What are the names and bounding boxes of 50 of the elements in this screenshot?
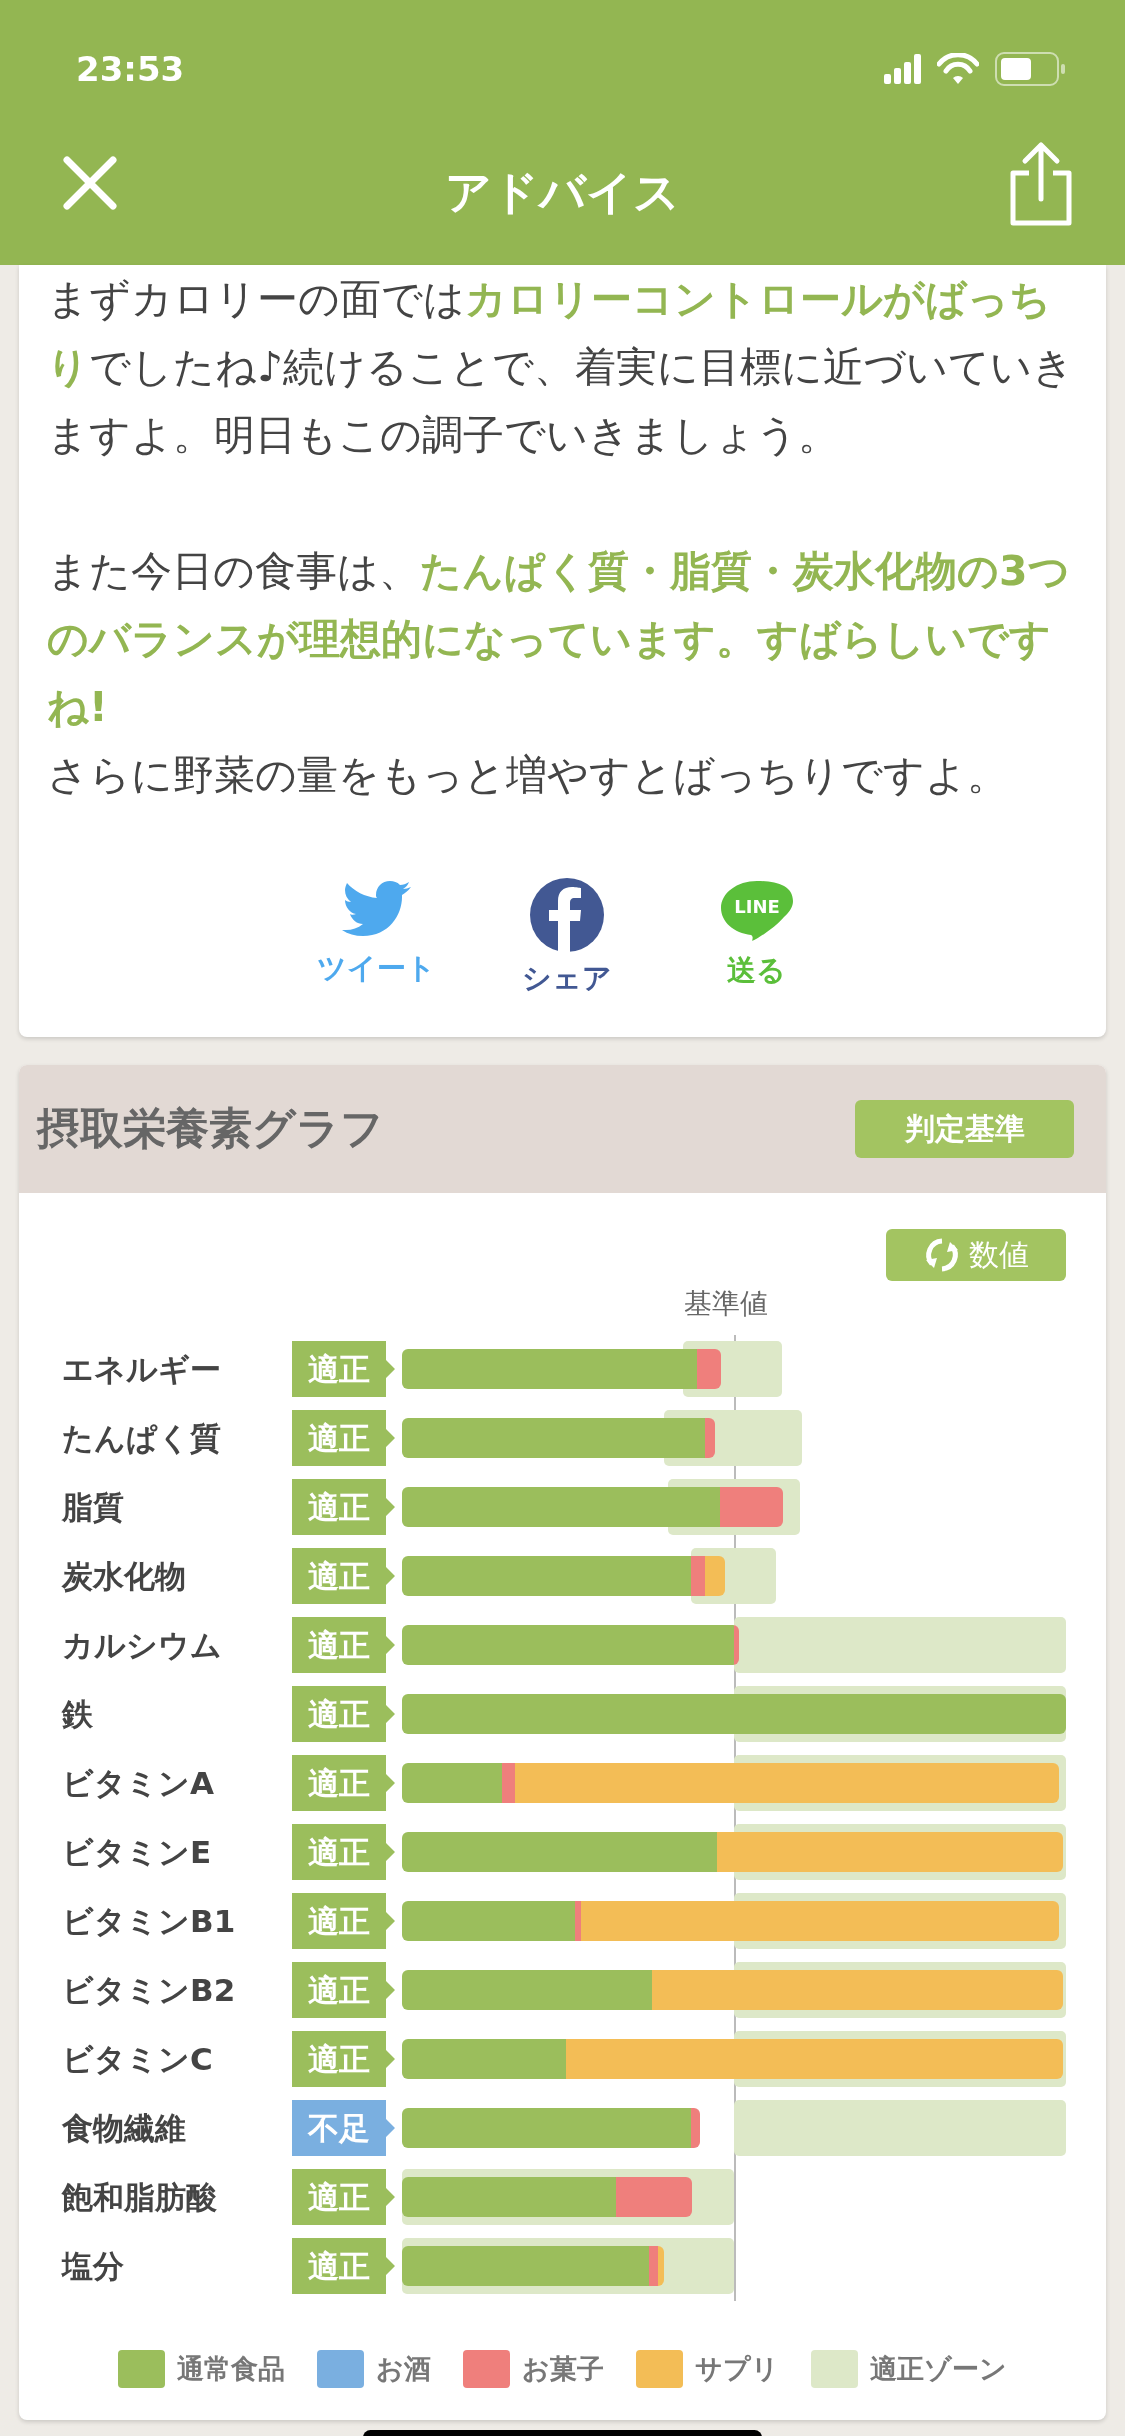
status-tag: 適正 <box>292 1617 395 1673</box>
status-tag: 適正 <box>292 2031 395 2087</box>
facebook-icon <box>528 877 605 953</box>
share-tweet-button[interactable]: ツイート <box>301 877 452 1001</box>
status-tag: 適正 <box>292 1962 395 2018</box>
nutrient-name: ビタミンC <box>62 2039 214 2079</box>
nutrient-name: 鉄 <box>62 1694 94 1734</box>
status-tag: 適正 <box>292 1893 395 1949</box>
status-tag: 適正 <box>292 1479 395 1535</box>
status-tag: 適正 <box>292 1686 395 1742</box>
nutrient-name: たんぱく質 <box>62 1418 222 1458</box>
nutrient-name: ビタミンE <box>62 1832 213 1872</box>
status-tag: 適正 <box>292 1341 395 1397</box>
nutrient-name: ビタミンB1 <box>62 1901 237 1941</box>
wifi-icon <box>937 53 979 85</box>
criteria-button[interactable]: 判定基準 <box>855 1099 1074 1158</box>
reference-label: 基準値 <box>684 1286 768 1320</box>
nutrient-name: エネルギー <box>62 1349 222 1389</box>
advice-text: さらに野菜の量をもっと増やすとばっちりですよ。 <box>47 750 1009 801</box>
status-tag: 適正 <box>292 2169 395 2225</box>
legend-label: サプリ <box>695 2351 779 2386</box>
nutrient-name: 飽和脂肪酸 <box>62 2177 218 2217</box>
signal-icon <box>884 54 921 84</box>
advice-text: また今日の食事は、たんぱく質・脂質・炭水化物の3つのバランスが理想的になっています。すばらしいですね! <box>47 546 1071 733</box>
nutrient-name: ビタミンA <box>62 1763 215 1803</box>
toggle-button[interactable]: 数値 <box>886 1228 1066 1281</box>
nutrient-name: 食物繊維 <box>62 2108 187 2148</box>
share-send-button[interactable]: LINE 送る <box>681 877 832 1001</box>
status-time: 23:53 <box>76 47 185 91</box>
nutrient-name: 塩分 <box>62 2246 125 2286</box>
nutrient-name: ビタミンB2 <box>62 1970 237 2010</box>
legend-label: お菓子 <box>522 2351 604 2386</box>
section-title: 摂取栄養素グラフ <box>37 1102 384 1156</box>
status-tag: 不足 <box>292 2100 395 2156</box>
close-button[interactable] <box>62 154 118 211</box>
screen-title: アドバイス <box>445 164 680 221</box>
status-tag: 適正 <box>292 1755 395 1811</box>
status-tag: 適正 <box>292 1410 395 1466</box>
nutrient-name: 脂質 <box>62 1487 125 1527</box>
battery-icon <box>995 52 1065 86</box>
legend-label: お酒 <box>376 2351 431 2386</box>
nutrient-name: カルシウム <box>62 1625 223 1665</box>
status-tag: 適正 <box>292 2238 395 2294</box>
share-post-button[interactable]: シェア <box>491 877 642 1001</box>
status-tag: 適正 <box>292 1824 395 1880</box>
nutrient-name: 炭水化物 <box>62 1556 187 1596</box>
legend-label: 適正ゾーン <box>870 2351 1007 2386</box>
advice-text: まずカロリーの面ではカロリーコントロールがばっちりでしたね♪続けることで、着実に目標に近づいていきますよ。明日もこの調子でいきましょう。 <box>47 274 1076 461</box>
status-tag: 適正 <box>292 1548 395 1604</box>
legend-label: 通常食品 <box>177 2351 285 2386</box>
